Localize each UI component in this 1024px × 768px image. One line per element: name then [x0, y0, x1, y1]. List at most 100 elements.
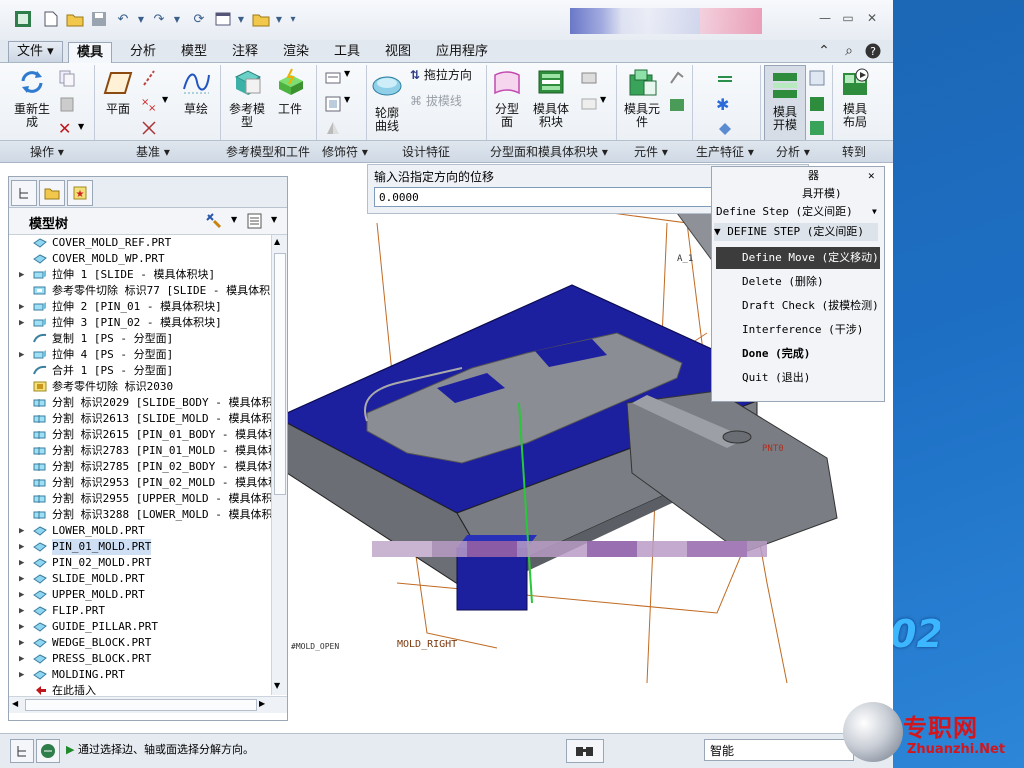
chevron-down-icon[interactable]: ▼	[872, 203, 877, 221]
folder-browser-tab-icon[interactable]	[39, 180, 65, 206]
component-edit-icon[interactable]	[668, 95, 686, 113]
expand-icon[interactable]: ▶	[19, 571, 24, 587]
selection-filter[interactable]: 智能	[704, 739, 854, 761]
browser-toggle-icon[interactable]	[36, 739, 60, 763]
close-icon[interactable]: ✕	[864, 10, 880, 26]
expand-icon[interactable]: ▶	[19, 667, 24, 683]
workpiece-button[interactable]: 工件	[272, 67, 308, 116]
projected-area-icon[interactable]	[808, 119, 826, 137]
menu-item-quit[interactable]: Quit (退出)	[716, 367, 880, 389]
tab-render[interactable]: 渲染	[275, 42, 317, 62]
thickness-check-icon[interactable]	[808, 95, 826, 113]
app-icon[interactable]	[14, 10, 32, 28]
ejector-pin-icon[interactable]	[668, 69, 686, 87]
favorites-tab-icon[interactable]: ★	[67, 180, 93, 206]
tab-mold[interactable]: 模具	[68, 42, 113, 64]
cosmetic-icon[interactable]	[324, 69, 342, 87]
expand-icon[interactable]: ▶	[19, 523, 24, 539]
undo-icon[interactable]: ↶	[114, 10, 132, 28]
chevron-down-icon[interactable]: ▼	[344, 95, 362, 113]
tab-file[interactable]: 文件 ▾	[8, 41, 63, 62]
minimize-ribbon-icon[interactable]: ⌃	[815, 42, 833, 60]
volume-tools-icon[interactable]	[580, 95, 598, 113]
tab-model[interactable]: 模型	[173, 42, 215, 62]
expand-icon[interactable]: ▶	[19, 555, 24, 571]
model-tree-tab-icon[interactable]	[11, 180, 37, 206]
scroll-thumb-horizontal[interactable]	[25, 699, 257, 711]
define-step-section[interactable]: ▼ DEFINE STEP (定义间距)	[714, 223, 878, 241]
scroll-thumb[interactable]	[274, 253, 286, 495]
chevron-down-icon[interactable]: ▼	[132, 10, 150, 28]
group-parting-surface[interactable]: 分型面和模具体积块 ▾	[490, 143, 608, 160]
model-tree-toggle-icon[interactable]	[10, 739, 34, 763]
mirror-icon[interactable]	[324, 119, 342, 137]
delete-icon[interactable]: ✕	[58, 119, 76, 138]
open-icon[interactable]	[66, 10, 84, 28]
waterline-icon[interactable]	[716, 119, 734, 137]
minimize-icon[interactable]: —	[817, 10, 833, 26]
group-datum[interactable]: 基准 ▾	[136, 143, 170, 160]
coordinate-system-icon[interactable]	[140, 119, 158, 137]
runner-icon[interactable]	[716, 69, 734, 87]
horizontal-scrollbar[interactable]: ◀ ▶	[9, 696, 287, 713]
maximize-icon[interactable]: ▭	[840, 10, 856, 26]
find-icon[interactable]	[566, 739, 604, 763]
group-production-features[interactable]: 生产特征 ▾	[696, 143, 754, 160]
scroll-up-icon[interactable]: ▲	[274, 237, 280, 246]
scroll-left-icon[interactable]: ◀	[12, 699, 18, 708]
pattern-icon[interactable]	[324, 95, 342, 113]
chevron-down-icon[interactable]: ▼	[232, 10, 250, 28]
mold-volume-button[interactable]: 模具体 积块	[528, 67, 574, 129]
expand-icon[interactable]: ▶	[19, 299, 24, 315]
show-icon[interactable]	[247, 212, 263, 233]
folder-icon[interactable]	[252, 10, 270, 28]
reference-model-button[interactable]: 参考模 型	[224, 67, 270, 129]
regenerate-icon[interactable]: ⟳	[190, 10, 208, 28]
expand-icon[interactable]: ▶	[19, 587, 24, 603]
group-modifiers[interactable]: 修饰符 ▾	[322, 143, 368, 160]
plane-button[interactable]: 平面	[100, 67, 136, 116]
tab-tools[interactable]: 工具	[326, 42, 368, 62]
help-icon[interactable]: ?	[864, 42, 882, 60]
drag-direction-button[interactable]: ⇅ 拖拉方向	[410, 69, 482, 82]
customize-icon[interactable]: ▾	[284, 10, 302, 28]
expand-icon[interactable]: ▶	[19, 651, 24, 667]
chevron-down-icon[interactable]: ▼	[231, 215, 237, 224]
expand-icon[interactable]: ▶	[19, 619, 24, 635]
mold-component-button[interactable]: 模具元 件	[618, 67, 666, 129]
expand-icon[interactable]: ▶	[19, 347, 24, 363]
tab-annotate[interactable]: 注释	[224, 42, 266, 62]
tab-applications[interactable]: 应用程序	[428, 42, 496, 62]
settings-icon[interactable]	[205, 212, 223, 233]
menu-item-done[interactable]: Done (完成)	[716, 343, 880, 365]
point-icon[interactable]: × ×	[140, 95, 158, 114]
expand-icon[interactable]: ▶	[19, 635, 24, 651]
contour-curve-button[interactable]: 轮廓 曲线	[368, 71, 406, 133]
group-operations[interactable]: 操作 ▾	[30, 143, 64, 160]
parting-surface-button[interactable]: 分型 面	[490, 67, 524, 129]
chevron-down-icon[interactable]: ▼	[344, 69, 362, 87]
menu-item-interference[interactable]: Interference (干涉)	[716, 319, 880, 341]
redo-icon[interactable]: ↷	[150, 10, 168, 28]
axis-icon[interactable]	[140, 69, 158, 87]
expand-icon[interactable]: ▶	[19, 539, 24, 555]
expand-icon[interactable]: ▶	[19, 267, 24, 283]
windows-icon[interactable]	[214, 10, 232, 28]
regenerate-button[interactable]: 重新生 成	[10, 67, 54, 129]
split-icon[interactable]	[580, 69, 598, 87]
menu-item-draft-check[interactable]: Draft Check (拔模检测)	[716, 295, 880, 317]
chevron-down-icon[interactable]: ▼	[168, 10, 186, 28]
mold-layout-button[interactable]: 模具 布局	[834, 67, 876, 129]
expand-icon[interactable]: ▶	[19, 315, 24, 331]
copy-icon[interactable]	[58, 69, 76, 87]
new-icon[interactable]	[42, 10, 60, 28]
mold-open-button[interactable]: 模具 开模	[764, 65, 806, 143]
chevron-down-icon[interactable]: ▼	[271, 215, 277, 224]
search-icon[interactable]: ⌕	[840, 42, 858, 60]
scroll-down-icon[interactable]: ▼	[274, 681, 280, 690]
menu-item-delete[interactable]: Delete (删除)	[716, 271, 880, 293]
gate-icon[interactable]: ✱	[716, 95, 734, 114]
paste-icon[interactable]	[58, 95, 76, 113]
group-components[interactable]: 元件 ▾	[634, 143, 668, 160]
group-analysis[interactable]: 分析 ▾	[776, 143, 810, 160]
